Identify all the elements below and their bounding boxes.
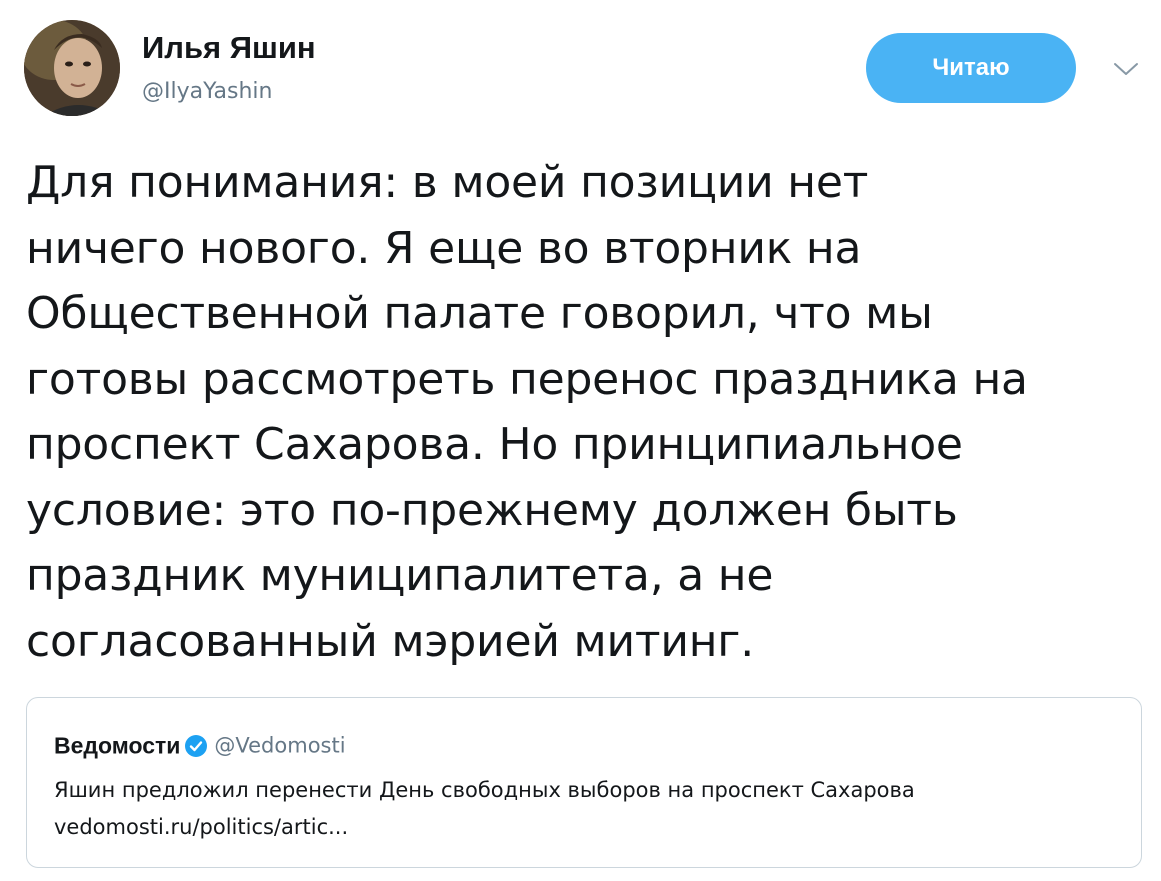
quoted-tweet-link[interactable]: vedomosti.ru/politics/artic...: [54, 810, 348, 844]
verified-badge-icon: [185, 734, 208, 757]
quoted-author-handle: @Vedomosti: [214, 733, 346, 758]
author-avatar[interactable]: [24, 20, 120, 116]
quoted-tweet-card[interactable]: Ведомости @Vedomosti Яшин предложил перен…: [26, 697, 1142, 868]
author-handle[interactable]: @IlyaYashin: [142, 77, 272, 107]
tweet-text: Для понимания: в моей позиции нет ничего…: [26, 150, 1136, 674]
tweet-text-line: праздник муниципалитета, а не: [26, 550, 774, 601]
tweet-text-line: Общественной палате говорил, что мы: [26, 288, 933, 339]
following-button[interactable]: Читаю: [866, 33, 1076, 103]
quoted-tweet-header: Ведомости @Vedomosti: [54, 730, 346, 761]
tweet: Илья Яшин @IlyaYashin Читаю Для понимани…: [0, 0, 1161, 881]
tweet-text-line: проспект Сахарова. Но принципиальное: [26, 419, 963, 470]
tweet-text-line: согласованный мэрией митинг.: [26, 615, 754, 667]
tweet-text-line: ничего нового. Я еще во вторник на: [26, 222, 862, 274]
author-display-name[interactable]: Илья Яшин: [142, 28, 316, 68]
tweet-text-line: Для понимания: в моей позиции нет: [26, 157, 869, 208]
tweet-text-line: готовы рассмотреть перенос праздника на: [26, 353, 1028, 405]
chevron-down-icon[interactable]: [1111, 58, 1141, 80]
avatar-photo-icon: [24, 20, 120, 116]
quoted-tweet-text: Яшин предложил перенести День свободных …: [54, 778, 915, 802]
quoted-author-name: Ведомости: [54, 732, 181, 759]
tweet-text-line: условие: это по-прежнему должен быть: [26, 484, 958, 536]
